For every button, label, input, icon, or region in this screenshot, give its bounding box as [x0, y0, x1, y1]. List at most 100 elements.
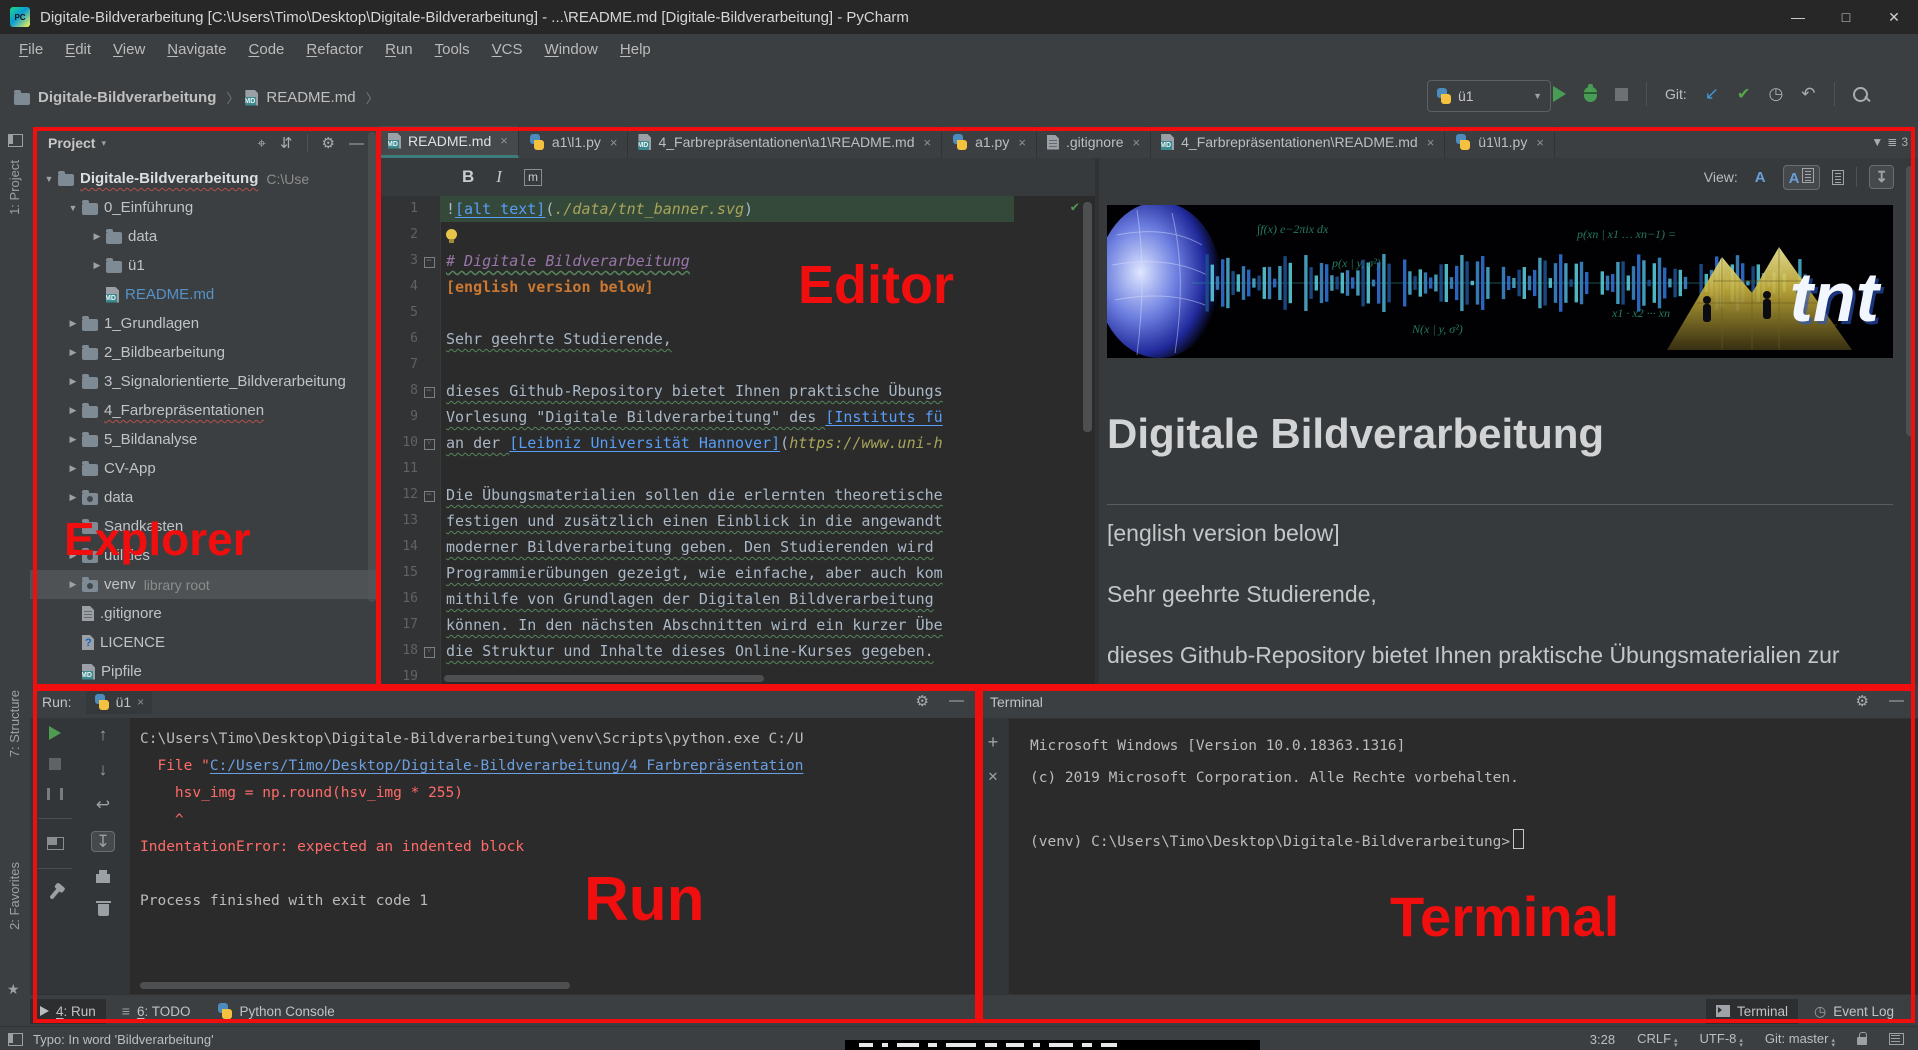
tree-item-2-bildbearbeitung[interactable]: ▶2_Bildbearbeitung — [30, 338, 378, 367]
run-console-scrollbar[interactable] — [140, 982, 570, 989]
editor-horizontal-scrollbar[interactable] — [444, 675, 764, 682]
toolwindow-button-event-log[interactable]: ◷Event Log — [1804, 998, 1904, 1025]
git-commit-button[interactable]: ✔ — [1737, 84, 1750, 104]
run-configuration-select[interactable]: ü1 ▼ — [1427, 80, 1551, 112]
soft-wrap-button[interactable]: ↩ — [96, 796, 110, 813]
editor-line-text[interactable]: festigen und zusätzlich einen Einblick i… — [440, 508, 943, 534]
git-rollback-button[interactable]: ↶ — [1801, 84, 1815, 104]
debug-button[interactable] — [1584, 87, 1597, 102]
tree-item-pipfile[interactable]: Pipfile — [30, 657, 378, 685]
rerun-button[interactable] — [49, 726, 61, 740]
editor-line-text[interactable]: mithilfe von Grundlagen der Digitalen Bi… — [440, 586, 934, 612]
collapse-all-button[interactable]: ⇵ — [280, 134, 293, 152]
git-update-button[interactable]: ↙ — [1705, 84, 1719, 104]
view-editor-only-button[interactable]: A — [1750, 167, 1771, 188]
editor-line-text[interactable] — [440, 300, 446, 326]
pause-output-button[interactable] — [47, 788, 63, 800]
tree-collapsed-arrow[interactable]: ▶ — [88, 231, 106, 242]
menu-item-edit[interactable]: Edit — [54, 41, 102, 58]
editor-tab-a1-l1-py[interactable]: a1\l1.py× — [519, 126, 629, 158]
close-session-button[interactable]: ✕ — [988, 769, 999, 785]
pin-tab-button[interactable] — [49, 887, 60, 900]
menu-item-vcs[interactable]: VCS — [481, 41, 534, 58]
editor-line-text[interactable]: moderner Bildverarbeitung geben. Den Stu… — [440, 534, 934, 560]
tree-collapsed-arrow[interactable]: ▶ — [64, 463, 82, 474]
editor-tab--1-l1-py[interactable]: ü1\l1.py× — [1445, 126, 1555, 158]
tree-collapsed-arrow[interactable]: ▶ — [64, 579, 82, 590]
toolwindow-switcher-icon[interactable] — [8, 1033, 23, 1046]
close-icon[interactable]: × — [1427, 135, 1435, 150]
status-message[interactable]: Typo: In word 'Bildverarbeitung' — [33, 1032, 214, 1047]
tree-item-readme-md[interactable]: README.md — [30, 280, 378, 309]
autoscroll-button[interactable]: ↧ — [1869, 165, 1894, 189]
fold-end-icon[interactable]: ˅ — [424, 439, 435, 450]
star-icon[interactable]: ★ — [7, 981, 20, 998]
breadcrumb-item[interactable]: README.md — [245, 89, 355, 106]
tree-item-licence[interactable]: LICENCE — [30, 628, 378, 657]
fold-marker[interactable]: ˅ — [418, 638, 440, 664]
tree-collapsed-arrow[interactable]: ▶ — [64, 318, 82, 329]
print-button[interactable] — [96, 874, 110, 883]
tree-item-5-bildanalyse[interactable]: ▶5_Bildanalyse — [30, 425, 378, 454]
tree-collapsed-arrow[interactable]: ▶ — [64, 521, 82, 532]
search-everywhere-icon[interactable] — [1853, 87, 1868, 102]
tree-item--1[interactable]: ▶ü1 — [30, 251, 378, 280]
up-stacktrace-button[interactable]: ↑ — [99, 726, 108, 743]
close-icon[interactable]: × — [137, 695, 144, 709]
tree-item-sandkasten[interactable]: ▶Sandkasten — [30, 512, 378, 541]
menu-item-help[interactable]: Help — [609, 41, 662, 58]
fold-end-icon[interactable]: ˅ — [424, 647, 435, 658]
tree-collapsed-arrow[interactable]: ▶ — [64, 347, 82, 358]
editor[interactable]: 1![alt text](./data/tnt_banner.svg)23−# … — [378, 196, 1095, 685]
editor-line-text[interactable] — [440, 222, 463, 248]
scroll-to-end-button[interactable]: ↧ — [91, 831, 115, 852]
stripe-favorites-button[interactable]: 2: Favorites — [7, 862, 22, 930]
toolwindow-button-terminal[interactable]: Terminal — [1706, 999, 1798, 1024]
close-icon[interactable]: × — [500, 133, 508, 148]
hidden-tabs-indicator[interactable]: ▼≣3 — [1871, 126, 1918, 158]
hide-panel-button[interactable]: — — [949, 692, 964, 710]
background-tasks-icon[interactable] — [1889, 1033, 1904, 1045]
italic-button[interactable]: I — [496, 167, 502, 187]
stop-button[interactable] — [49, 758, 61, 770]
editor-line-text[interactable]: ![alt text](./data/tnt_banner.svg) — [440, 196, 1014, 222]
intention-bulb-icon[interactable] — [446, 229, 457, 240]
hide-panel-button[interactable]: — — [349, 135, 364, 152]
tree-item-venv[interactable]: ▶venvlibrary root — [30, 570, 378, 599]
editor-tab-readme-md[interactable]: README.md× — [378, 126, 519, 158]
clear-all-button[interactable] — [98, 904, 109, 916]
restore-layout-button[interactable] — [47, 837, 64, 850]
editor-line-text[interactable] — [440, 352, 446, 378]
close-icon[interactable]: × — [1536, 135, 1544, 150]
git-history-button[interactable]: ◷ — [1768, 84, 1783, 104]
editor-tab-4-farbrepr-sentationen-readme-md[interactable]: 4_Farbrepräsentationen\README.md× — [1151, 126, 1445, 158]
tree-item-0-einf-hrung[interactable]: ▼0_Einführung — [30, 193, 378, 222]
editor-tab--gitignore[interactable]: .gitignore× — [1037, 126, 1151, 158]
close-icon[interactable]: × — [610, 135, 618, 150]
menu-item-view[interactable]: View — [102, 41, 156, 58]
editor-tab-a1-py[interactable]: a1.py× — [942, 126, 1037, 158]
menu-item-navigate[interactable]: Navigate — [156, 41, 237, 58]
hide-panel-button[interactable]: — — [1889, 692, 1904, 710]
encoding-selector[interactable]: UTF-8▴▾ — [1700, 1031, 1743, 1048]
editor-vertical-scrollbar[interactable] — [1083, 202, 1092, 432]
gear-icon[interactable]: ⚙ — [322, 134, 335, 152]
menu-item-tools[interactable]: Tools — [424, 41, 481, 58]
tree-collapsed-arrow[interactable]: ▶ — [88, 260, 106, 271]
tree-item-data[interactable]: ▶data — [30, 222, 378, 251]
editor-line-text[interactable] — [440, 456, 446, 482]
tree-expanded-arrow[interactable]: ▼ — [64, 203, 82, 213]
locate-file-button[interactable]: ⌖ — [258, 135, 266, 152]
editor-line-text[interactable]: # Digitale Bildverarbeitung — [440, 248, 690, 274]
bold-button[interactable]: B — [462, 167, 474, 187]
tree-item-4-farbrepr-sentationen[interactable]: ▶4_Farbrepräsentationen — [30, 396, 378, 425]
close-icon[interactable]: × — [1133, 135, 1141, 150]
menu-item-run[interactable]: Run — [374, 41, 424, 58]
minimize-button[interactable]: — — [1774, 0, 1822, 34]
new-session-button[interactable]: + — [988, 732, 999, 753]
tree-item-1-grundlagen[interactable]: ▶1_Grundlagen — [30, 309, 378, 338]
project-scrollbar[interactable] — [368, 132, 376, 602]
tree-collapsed-arrow[interactable]: ▶ — [64, 550, 82, 561]
editor-line-text[interactable]: Die Übungsmaterialien sollen die erlernt… — [440, 482, 943, 508]
git-branch-selector[interactable]: Git: master▴▾ — [1765, 1031, 1835, 1048]
